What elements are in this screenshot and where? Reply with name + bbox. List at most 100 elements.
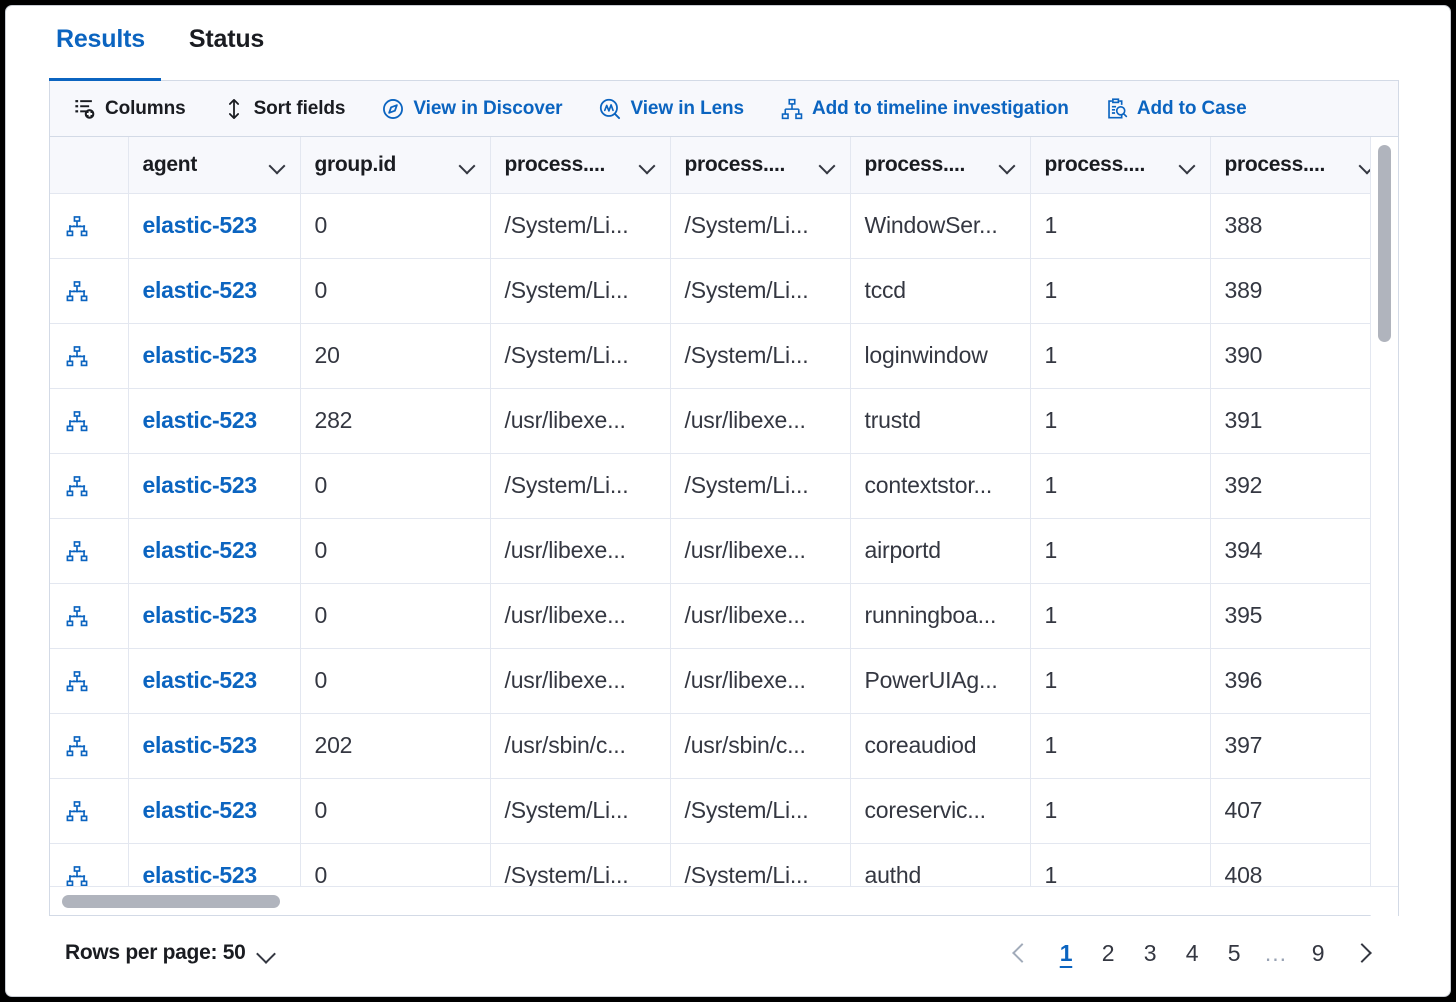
vertical-scrollbar[interactable] (1370, 137, 1398, 916)
chevron-down-icon[interactable] (999, 160, 1016, 170)
row-analyze-event-button[interactable] (50, 713, 128, 778)
cell-agent: elastic-523 (128, 453, 300, 518)
table-row[interactable]: elastic-5230/System/Li.../System/Li...co… (50, 778, 1390, 843)
agent-link[interactable]: elastic-523 (143, 667, 257, 693)
tab-status[interactable]: Status (182, 18, 271, 71)
pagination-next-button[interactable] (1339, 931, 1385, 975)
cell-process-2: /System/Li... (670, 193, 850, 258)
cell-process-5: 397 (1210, 713, 1390, 778)
analyze-event-hierarchy-icon (64, 540, 90, 564)
column-header-process-2[interactable]: process.... (670, 137, 850, 193)
view-in-lens-label: View in Lens (630, 98, 744, 120)
cell-group-id: 0 (300, 583, 490, 648)
column-header-process-2-label: process.... (685, 153, 786, 177)
pagination-page-1[interactable]: 1 (1045, 931, 1087, 975)
column-header-process-3[interactable]: process.... (850, 137, 1030, 193)
cell-process-5: 388 (1210, 193, 1390, 258)
cell-process-1: /usr/libexe... (490, 388, 670, 453)
chevron-down-icon[interactable] (1179, 160, 1196, 170)
table-row[interactable]: elastic-5230/usr/libexe.../usr/libexe...… (50, 583, 1390, 648)
cell-agent: elastic-523 (128, 258, 300, 323)
horizontal-scrollbar-thumb[interactable] (62, 895, 280, 908)
agent-link[interactable]: elastic-523 (143, 212, 257, 238)
cell-process-5: 390 (1210, 323, 1390, 388)
pagination-page-2[interactable]: 2 (1087, 931, 1129, 975)
agent-link[interactable]: elastic-523 (143, 472, 257, 498)
pagination-page-5[interactable]: 5 (1213, 931, 1255, 975)
cell-process-4: 1 (1030, 518, 1210, 583)
pagination-prev-button[interactable] (999, 931, 1045, 975)
row-analyze-event-button[interactable] (50, 648, 128, 713)
pagination-page-3[interactable]: 3 (1129, 931, 1171, 975)
chevron-down-icon[interactable] (459, 160, 476, 170)
column-header-agent[interactable]: agent (128, 137, 300, 193)
cell-agent: elastic-523 (128, 583, 300, 648)
cell-process-2: /usr/libexe... (670, 518, 850, 583)
sort-fields-button[interactable]: Sort fields (213, 93, 356, 125)
row-analyze-event-button[interactable] (50, 193, 128, 258)
cell-process-5: 389 (1210, 258, 1390, 323)
pagination-page-9[interactable]: 9 (1297, 931, 1339, 975)
cell-process-2: /usr/libexe... (670, 648, 850, 713)
column-header-process-1[interactable]: process.... (490, 137, 670, 193)
cell-process-5: 407 (1210, 778, 1390, 843)
column-header-process-5-label: process.... (1225, 153, 1326, 177)
add-to-case-button[interactable]: Add to Case (1096, 93, 1257, 125)
add-to-case-label: Add to Case (1137, 98, 1247, 120)
row-analyze-event-button[interactable] (50, 518, 128, 583)
cell-group-id: 282 (300, 388, 490, 453)
row-analyze-event-button[interactable] (50, 583, 128, 648)
row-analyze-event-button[interactable] (50, 453, 128, 518)
table-row[interactable]: elastic-5230/System/Li.../System/Li...tc… (50, 258, 1390, 323)
cell-process-3: tccd (850, 258, 1030, 323)
pagination-page-4[interactable]: 4 (1171, 931, 1213, 975)
cell-process-2: /System/Li... (670, 453, 850, 518)
analyze-event-hierarchy-icon (64, 670, 90, 694)
agent-link[interactable]: elastic-523 (143, 342, 257, 368)
tab-results[interactable]: Results (49, 18, 152, 71)
table-row[interactable]: elastic-5230/System/Li.../System/Li...Wi… (50, 193, 1390, 258)
agent-link[interactable]: elastic-523 (143, 732, 257, 758)
cell-process-5: 392 (1210, 453, 1390, 518)
agent-link[interactable]: elastic-523 (143, 277, 257, 303)
cell-process-5: 396 (1210, 648, 1390, 713)
agent-link[interactable]: elastic-523 (143, 537, 257, 563)
row-analyze-event-button[interactable] (50, 388, 128, 453)
add-to-timeline-investigation-button[interactable]: Add to timeline investigation (771, 93, 1079, 125)
table-row[interactable]: elastic-523282/usr/libexe.../usr/libexe.… (50, 388, 1390, 453)
agent-link[interactable]: elastic-523 (143, 862, 257, 888)
agent-link[interactable]: elastic-523 (143, 407, 257, 433)
agent-link[interactable]: elastic-523 (143, 602, 257, 628)
table-row[interactable]: elastic-5230/usr/libexe.../usr/libexe...… (50, 648, 1390, 713)
rows-per-page-selector[interactable]: Rows per page: 50 (65, 941, 276, 965)
view-in-discover-button[interactable]: View in Discover (372, 93, 572, 125)
cell-process-3: WindowSer... (850, 193, 1030, 258)
cell-agent: elastic-523 (128, 323, 300, 388)
analyze-event-hierarchy-icon (64, 735, 90, 759)
row-analyze-event-button[interactable] (50, 778, 128, 843)
table-row[interactable]: elastic-52320/System/Li.../System/Li...l… (50, 323, 1390, 388)
vertical-scrollbar-thumb[interactable] (1378, 145, 1391, 342)
column-header-process-5[interactable]: process.... (1210, 137, 1390, 193)
chevron-down-icon[interactable] (639, 160, 656, 170)
cell-process-3: loginwindow (850, 323, 1030, 388)
column-header-process-3-label: process.... (865, 153, 966, 177)
discover-compass-icon (382, 98, 404, 120)
table-row[interactable]: elastic-5230/System/Li.../System/Li...co… (50, 453, 1390, 518)
row-analyze-event-button[interactable] (50, 323, 128, 388)
horizontal-scrollbar[interactable] (50, 886, 1398, 915)
cell-process-1: /usr/libexe... (490, 648, 670, 713)
cell-agent: elastic-523 (128, 193, 300, 258)
table-row[interactable]: elastic-5230/usr/libexe.../usr/libexe...… (50, 518, 1390, 583)
chevron-down-icon[interactable] (819, 160, 836, 170)
agent-link[interactable]: elastic-523 (143, 797, 257, 823)
view-in-lens-button[interactable]: View in Lens (589, 93, 754, 125)
column-header-group-id[interactable]: group.id (300, 137, 490, 193)
columns-button[interactable]: Columns (64, 93, 196, 125)
data-grid-scroll-area[interactable]: agent group.id process.... process.... p (50, 137, 1398, 916)
analyze-event-hierarchy-icon (64, 345, 90, 369)
row-analyze-event-button[interactable] (50, 258, 128, 323)
chevron-down-icon[interactable] (269, 160, 286, 170)
table-row[interactable]: elastic-523202/usr/sbin/c.../usr/sbin/c.… (50, 713, 1390, 778)
column-header-process-4[interactable]: process.... (1030, 137, 1210, 193)
